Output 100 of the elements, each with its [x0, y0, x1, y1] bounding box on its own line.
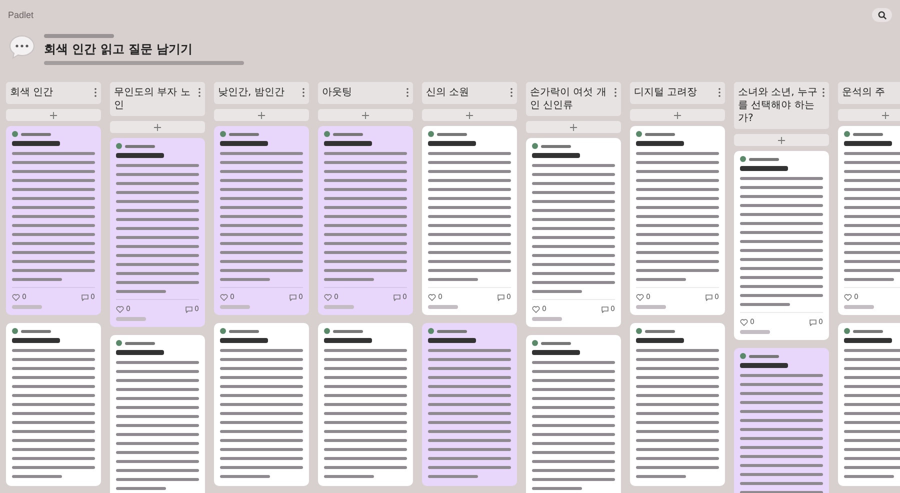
column-title: 운석의 주	[842, 86, 886, 99]
avatar-icon	[324, 131, 330, 137]
avatar-icon	[532, 340, 538, 346]
post-title-drawing	[116, 153, 164, 158]
post-title-drawing	[844, 141, 892, 146]
avatar-icon	[324, 328, 330, 334]
avatar-icon	[12, 131, 18, 137]
author-name-drawing	[749, 354, 779, 358]
author-line-drawing	[44, 34, 114, 38]
search-button[interactable]	[872, 8, 892, 22]
author-name-drawing	[645, 132, 675, 136]
post-title-drawing	[12, 141, 60, 146]
column-title: 신의 소원	[426, 86, 470, 99]
post-title-drawing	[636, 141, 684, 146]
heart-icon[interactable]	[740, 318, 748, 326]
post-title-drawing	[532, 153, 580, 158]
author-name-drawing	[853, 132, 883, 136]
post-title-drawing	[428, 141, 476, 146]
plus-icon	[466, 112, 473, 118]
heart-icon[interactable]	[636, 294, 644, 300]
comment-icon[interactable]	[288, 294, 297, 300]
comment-icon[interactable]	[600, 306, 609, 312]
comment-icon[interactable]	[496, 294, 505, 300]
heart-icon[interactable]	[844, 294, 852, 300]
app-name: Padlet	[8, 10, 34, 20]
author-name-drawing	[333, 132, 363, 136]
more-icon[interactable]	[510, 88, 513, 97]
author-name-drawing	[229, 330, 259, 332]
comment-icon[interactable]	[808, 318, 817, 326]
comment-icon[interactable]	[184, 306, 193, 312]
author-name-drawing	[749, 158, 779, 160]
avatar-icon	[740, 353, 746, 359]
author-name-drawing	[21, 132, 51, 136]
author-name-drawing	[437, 132, 467, 136]
avatar-icon	[116, 340, 122, 346]
post-title-drawing	[324, 141, 372, 146]
author-name-drawing	[853, 330, 883, 332]
author-name-drawing	[645, 330, 675, 332]
post-title-drawing	[844, 338, 892, 343]
post-title-drawing	[740, 166, 788, 171]
column-title: 손가락이 여섯 개인 신인류	[530, 86, 608, 112]
author-name-drawing	[333, 330, 363, 332]
more-icon[interactable]	[614, 88, 617, 97]
plus-icon	[778, 136, 785, 144]
column-title: 낮인간, 밤인간	[218, 86, 284, 99]
avatar-icon	[844, 131, 850, 137]
avatar-icon	[428, 131, 434, 137]
more-icon[interactable]	[198, 88, 201, 97]
author-name-drawing	[229, 132, 259, 136]
more-icon[interactable]	[94, 88, 97, 97]
heart-icon[interactable]	[220, 294, 228, 300]
avatar-icon	[636, 131, 642, 137]
post-title-drawing	[116, 350, 164, 355]
avatar-icon	[636, 328, 642, 334]
column-title: 디지털 고려장	[634, 86, 698, 99]
avatar-icon	[740, 156, 746, 162]
avatar-icon	[220, 328, 226, 334]
plus-icon	[882, 112, 889, 118]
plus-icon	[154, 124, 161, 130]
post-title-drawing	[12, 338, 60, 343]
board-title: 회색 인간 읽고 질문 남기기	[44, 40, 194, 58]
column-title: 아웃팅	[322, 86, 352, 99]
heart-icon[interactable]	[324, 294, 332, 300]
more-icon[interactable]	[406, 88, 409, 97]
post-title-drawing	[324, 338, 372, 343]
author-name-drawing	[437, 330, 467, 332]
post-title-drawing	[532, 350, 580, 355]
post-title-drawing	[220, 338, 268, 343]
plus-icon	[362, 112, 369, 118]
author-name-drawing	[21, 330, 51, 332]
more-icon[interactable]	[718, 88, 721, 97]
post-title-drawing	[220, 141, 268, 146]
author-name-drawing	[125, 342, 155, 344]
post-title-drawing	[740, 363, 788, 368]
plus-icon	[50, 112, 57, 118]
heart-icon[interactable]	[12, 294, 20, 300]
column-title: 무인도의 부자 노인	[114, 86, 192, 112]
more-icon[interactable]	[302, 88, 305, 97]
heart-icon[interactable]	[116, 306, 124, 312]
column-title: 소녀와 소년, 누구를 선택해야 하는가?	[738, 86, 819, 125]
comment-icon[interactable]	[392, 294, 401, 300]
avatar-icon	[116, 143, 122, 149]
heart-icon[interactable]	[428, 294, 436, 300]
author-name-drawing	[541, 144, 571, 148]
plus-icon	[258, 112, 265, 118]
plus-icon	[570, 124, 577, 130]
more-icon[interactable]	[822, 88, 825, 97]
avatar-icon	[844, 328, 850, 334]
column-title: 회색 인간	[10, 86, 54, 99]
post-title-drawing	[428, 338, 476, 343]
comment-icon[interactable]	[80, 294, 89, 300]
avatar-icon	[428, 328, 434, 334]
avatar-icon	[12, 328, 18, 334]
post-title-drawing	[636, 338, 684, 343]
avatar-icon	[532, 143, 538, 149]
comment-icon[interactable]	[704, 294, 713, 300]
plus-icon	[674, 112, 681, 118]
author-name-drawing	[541, 342, 571, 344]
search-icon	[878, 10, 886, 20]
heart-icon[interactable]	[532, 306, 540, 312]
